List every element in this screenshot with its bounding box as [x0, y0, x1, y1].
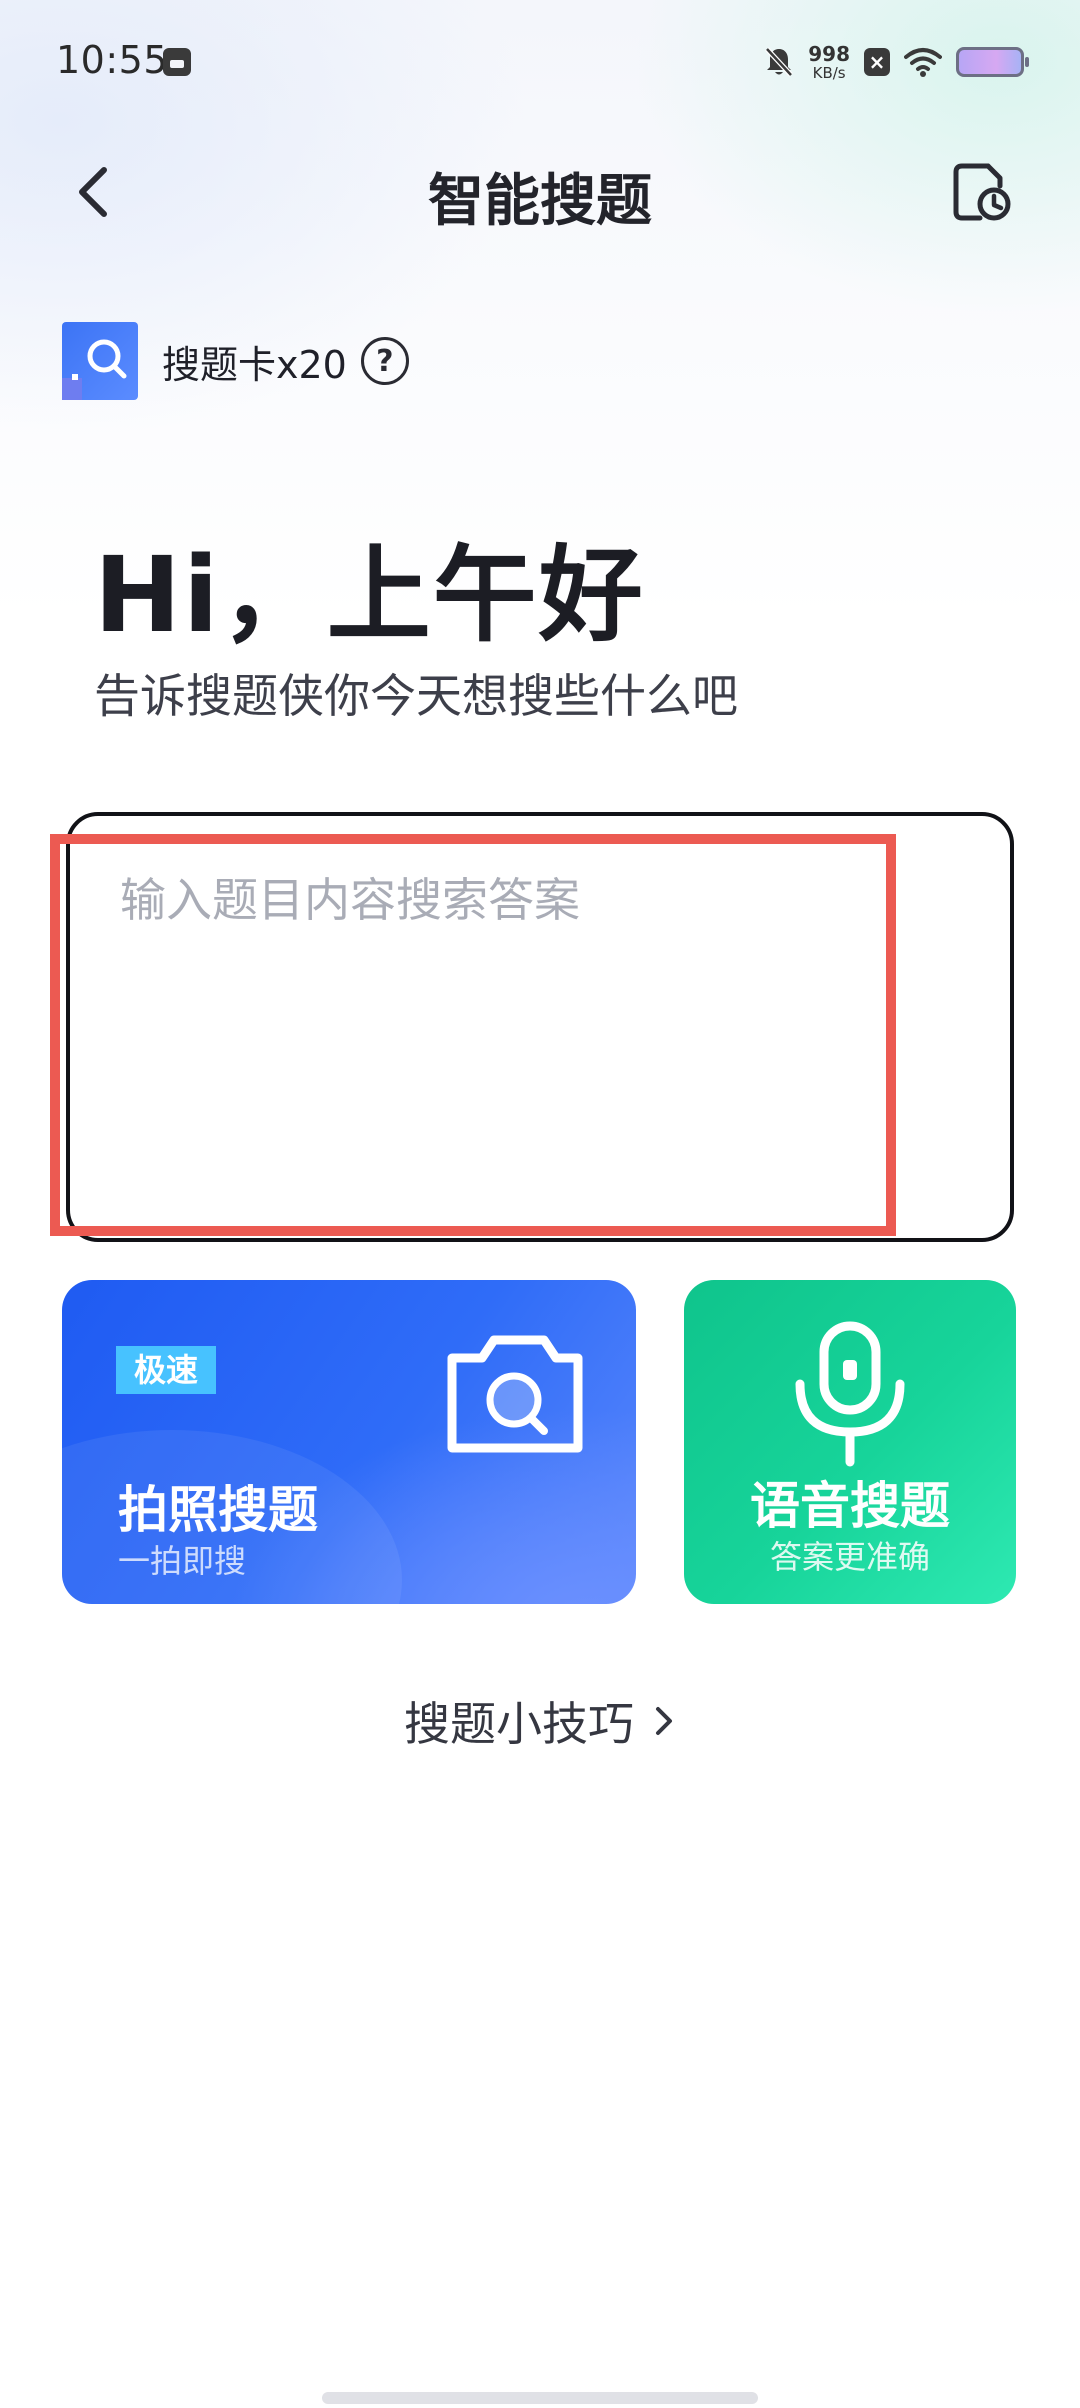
history-button[interactable] [950, 160, 1014, 224]
status-bar: 10:55 998 KB/s × [0, 0, 1080, 120]
battery-icon [956, 47, 1029, 77]
photo-search-button[interactable]: 极速 拍照搜题 一拍即搜 [62, 1280, 636, 1604]
history-icon [953, 163, 1011, 221]
question-input[interactable] [120, 864, 960, 1204]
help-icon[interactable]: ? [360, 337, 409, 385]
chevron-right-icon [656, 1707, 672, 1735]
voice-search-title: 语音搜题 [750, 1477, 950, 1535]
search-card-badge[interactable]: 搜题卡x20 ? [54, 318, 409, 404]
page-title: 智能搜题 [428, 169, 652, 234]
search-tips-link[interactable]: 搜题小技巧 [0, 1688, 1080, 1754]
network-speed: 998 KB/s [808, 44, 850, 81]
home-indicator[interactable] [322, 2392, 758, 2404]
question-input-box[interactable] [66, 812, 1014, 1242]
close-notification-icon: × [864, 48, 890, 76]
status-icons: 998 KB/s × [764, 40, 1029, 84]
search-card-count: 搜题卡x20 [162, 342, 347, 387]
photo-search-subtitle: 一拍即搜 [118, 1542, 247, 1580]
camera-search-icon [447, 1335, 583, 1453]
photo-search-title: 拍照搜题 [118, 1481, 318, 1539]
network-speed-value: 998 [808, 41, 850, 66]
microphone-icon [795, 1321, 905, 1467]
search-card-icon [54, 318, 142, 404]
search-tips-label: 搜题小技巧 [404, 1697, 634, 1751]
greeting-title: Hi，上午好 [94, 534, 645, 656]
bell-off-icon [765, 47, 794, 77]
wifi-icon [904, 48, 942, 77]
status-time: 10:55 [56, 38, 169, 82]
app-notification-icon [163, 48, 191, 76]
voice-search-button[interactable]: 语音搜题 答案更准确 [684, 1280, 1016, 1604]
network-speed-unit: KB/s [812, 63, 846, 82]
greeting-subtitle: 告诉搜题侠你今天想搜些什么吧 [94, 669, 738, 723]
speed-tag: 极速 [116, 1346, 216, 1394]
voice-search-subtitle: 答案更准确 [769, 1538, 930, 1576]
